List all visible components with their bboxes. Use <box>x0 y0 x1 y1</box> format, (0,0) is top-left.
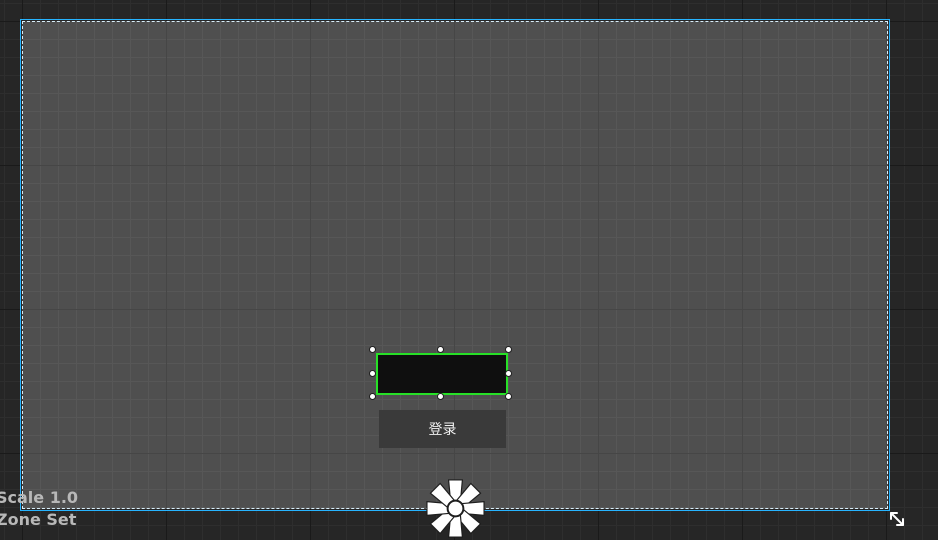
anchor-flower-icon[interactable] <box>424 477 487 540</box>
login-button[interactable]: 登录 <box>379 410 506 448</box>
resize-handle-top-left[interactable] <box>369 346 376 353</box>
resize-handle-top[interactable] <box>437 346 444 353</box>
resize-handle-bottom[interactable] <box>437 393 444 400</box>
resize-handle-bottom-left[interactable] <box>369 393 376 400</box>
resize-handle-right[interactable] <box>505 370 512 377</box>
login-button-label: 登录 <box>428 422 457 438</box>
login-text-box[interactable] <box>376 353 508 395</box>
resize-diagonal-icon[interactable] <box>887 509 907 529</box>
resize-handle-bottom-right[interactable] <box>505 393 512 400</box>
dpi-scale-label: Scale 1.0 <box>0 488 79 507</box>
safe-zone-label: Zone Set <box>0 510 77 529</box>
resize-handle-top-right[interactable] <box>505 346 512 353</box>
resize-handle-left[interactable] <box>369 370 376 377</box>
